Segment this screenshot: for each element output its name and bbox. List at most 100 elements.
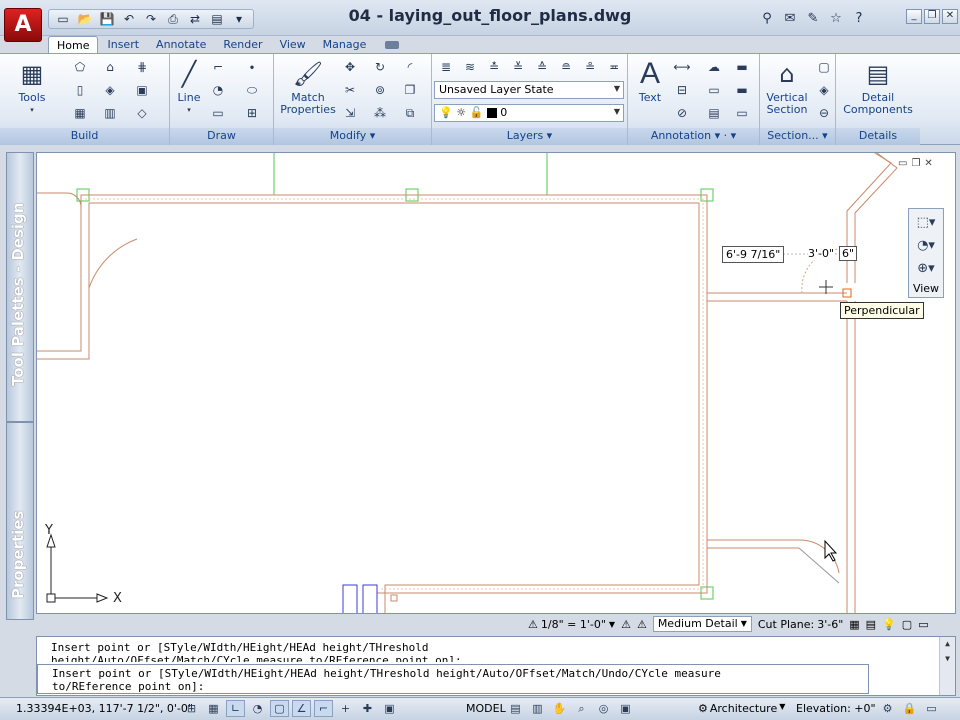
panel-title-details[interactable]: Details — [836, 128, 920, 145]
layer-properties-icon[interactable]: ≣ — [436, 58, 456, 76]
ortho-icon[interactable]: ∟ — [226, 700, 245, 717]
autoscale-icon[interactable]: ⚠ — [637, 618, 647, 631]
rotate-icon[interactable]: ↻ — [370, 58, 390, 76]
curtain-wall-icon[interactable]: ▥ — [100, 104, 120, 122]
help-icon[interactable]: ? — [849, 8, 869, 28]
text-button[interactable]: A Text — [632, 58, 668, 104]
cut-plane[interactable]: Cut Plane: 3'-6" — [758, 618, 843, 631]
viewport-close-button[interactable]: ✕ — [924, 158, 932, 169]
coordinate-readout[interactable]: 1.33394E+03, 117'-7 1/2", 0'-0" — [16, 702, 193, 715]
elevation-readout[interactable]: Elevation: +0" — [796, 702, 876, 715]
steering-wheel-icon[interactable]: ◎ — [594, 700, 613, 717]
layer-off-icon[interactable]: ≚ — [508, 58, 528, 76]
panel-title-build[interactable]: Build — [0, 128, 169, 145]
layer-state-dropdown[interactable]: Unsaved Layer State ▼ — [434, 81, 624, 99]
hatch-icon[interactable]: ⊞ — [242, 104, 262, 122]
layout-icon[interactable]: ▤ — [506, 700, 525, 717]
annotation-scale[interactable]: ⚠ 1/8" = 1'-0" ▼ — [528, 618, 615, 631]
section-line-icon[interactable]: ⊖ — [814, 104, 834, 122]
lock-icon[interactable]: 🔒 — [900, 700, 919, 717]
roof-icon[interactable]: ◇ — [132, 104, 152, 122]
grid-icon[interactable]: ⋕ — [132, 58, 152, 76]
close-button[interactable]: ✕ — [942, 9, 958, 24]
stair-icon[interactable]: ◈ — [100, 81, 120, 99]
line-button[interactable]: ╱ Line ▾ — [172, 58, 206, 116]
keynote-icon[interactable]: ▭ — [732, 104, 752, 122]
mirror-icon[interactable]: ⧉ — [400, 104, 420, 122]
tab-manage[interactable]: Manage — [315, 36, 375, 54]
properties-icon[interactable]: ▤ — [207, 10, 227, 28]
publish-icon[interactable]: ⇄ — [185, 10, 205, 28]
snap-icon[interactable]: ⊞ — [182, 700, 201, 717]
circle-icon[interactable]: ◔ — [208, 81, 228, 99]
command-input-area[interactable]: Insert point or [STyle/WIdth/HEight/HEAd… — [37, 664, 869, 694]
vertical-section-button[interactable]: ⌂ Vertical Section — [762, 58, 812, 116]
zoom-icon[interactable]: ⊕▾ — [911, 258, 941, 278]
panel-title-section[interactable]: Section... ▾ — [760, 128, 835, 145]
dimension-input-length[interactable]: 6'-9 7/16" — [722, 246, 785, 263]
table-scale-icon[interactable]: ▬ — [732, 58, 752, 76]
print-icon[interactable]: ⎙ — [163, 10, 183, 28]
layer-isolate-icon[interactable]: ≛ — [484, 58, 504, 76]
display-configuration-dropdown[interactable]: Medium Detail ▼ — [652, 616, 752, 632]
panel-title-modify[interactable]: Modify ▾ — [274, 128, 431, 145]
viewport-minimize-button[interactable]: ▭ — [898, 158, 907, 169]
annotation-visibility-icon[interactable]: ⚠ — [621, 618, 631, 631]
door-icon[interactable]: ⌂ — [100, 58, 120, 76]
copy-icon[interactable]: ❐ — [400, 81, 420, 99]
polar-icon[interactable]: ◔ — [248, 700, 267, 717]
ellipse-icon[interactable]: ⬭ — [242, 81, 262, 99]
tab-annotate[interactable]: Annotate — [148, 36, 214, 54]
match-properties-button[interactable]: 🖌 Match Properties — [280, 58, 336, 116]
ribbon-minimize-icon[interactable] — [385, 41, 400, 49]
table-icon[interactable]: ▭ — [704, 81, 724, 99]
dimension-input-offset[interactable]: 6" — [839, 246, 858, 261]
lineweight-icon[interactable]: ✚ — [358, 700, 377, 717]
save-icon[interactable]: 💾 — [97, 10, 117, 28]
polyline-icon[interactable]: ⌐ — [208, 58, 228, 76]
application-menu-button[interactable]: A — [4, 8, 42, 42]
view-cube-icon[interactable]: ⬚▾ — [911, 212, 941, 232]
grid-toggle-icon[interactable]: ▦ — [204, 700, 223, 717]
layer-states-icon[interactable]: ≋ — [460, 58, 480, 76]
schedule-icon[interactable]: ▤ — [704, 104, 724, 122]
showmotion-icon[interactable]: ▣ — [616, 700, 635, 717]
surface-hatch-icon[interactable]: ▦ — [849, 618, 859, 631]
panel-title-annotation[interactable]: Annotation ▾ · ▾ — [628, 128, 759, 145]
tray-settings-icon[interactable]: ⚙ — [878, 700, 897, 717]
tab-home[interactable]: Home — [48, 36, 99, 54]
space-icon[interactable]: ▦ — [70, 104, 90, 122]
dyn-icon[interactable]: + — [336, 700, 355, 717]
undo-icon[interactable]: ↶ — [119, 10, 139, 28]
layer-key-icon[interactable]: ▤ — [866, 618, 876, 631]
qat-dropdown-icon[interactable]: ▾ — [229, 10, 249, 28]
star-icon[interactable]: ☆ — [826, 8, 846, 28]
wall-icon[interactable]: ⬠ — [70, 58, 90, 76]
dimension-icon[interactable]: ⟷ — [672, 58, 692, 76]
scroll-down-icon[interactable]: ▼ — [940, 654, 955, 663]
viewport-restore-button[interactable]: ❐ — [911, 158, 920, 169]
tools-icon[interactable]: ✎ — [803, 8, 823, 28]
array-icon[interactable]: ⁂ — [370, 104, 390, 122]
osnap-icon[interactable]: ▢ — [270, 700, 289, 717]
clean-screen-status-icon[interactable]: ▭ — [922, 700, 941, 717]
restore-button[interactable]: ❐ — [924, 9, 940, 24]
quick-view-icon[interactable]: ▥ — [528, 700, 547, 717]
move-icon[interactable]: ✥ — [340, 58, 360, 76]
window-icon[interactable]: ▯ — [70, 81, 90, 99]
zoom-status-icon[interactable]: ⌕ — [572, 700, 591, 717]
layer-match-icon[interactable]: ≗ — [580, 58, 600, 76]
revision-cloud-icon[interactable]: ☁ — [704, 58, 724, 76]
lightbulb-icon[interactable]: 💡 — [882, 618, 896, 631]
workspace-switch[interactable]: ⚙ Architecture ▼ — [698, 702, 785, 715]
tab-render[interactable]: Render — [215, 36, 270, 54]
redo-icon[interactable]: ↷ — [141, 10, 161, 28]
clean-screen-icon[interactable]: ▭ — [918, 618, 928, 631]
point-icon[interactable]: ∙ — [242, 58, 262, 76]
tool-palettes-design-label[interactable]: Tool Palettes - Design — [9, 189, 31, 399]
layer-freeze-icon[interactable]: ≙ — [532, 58, 552, 76]
layer-walk-icon[interactable]: ≖ — [604, 58, 624, 76]
mtext-icon[interactable]: ⊟ — [672, 81, 692, 99]
pan-icon[interactable]: ✋ — [550, 700, 569, 717]
panel-title-draw[interactable]: Draw — [170, 128, 273, 145]
